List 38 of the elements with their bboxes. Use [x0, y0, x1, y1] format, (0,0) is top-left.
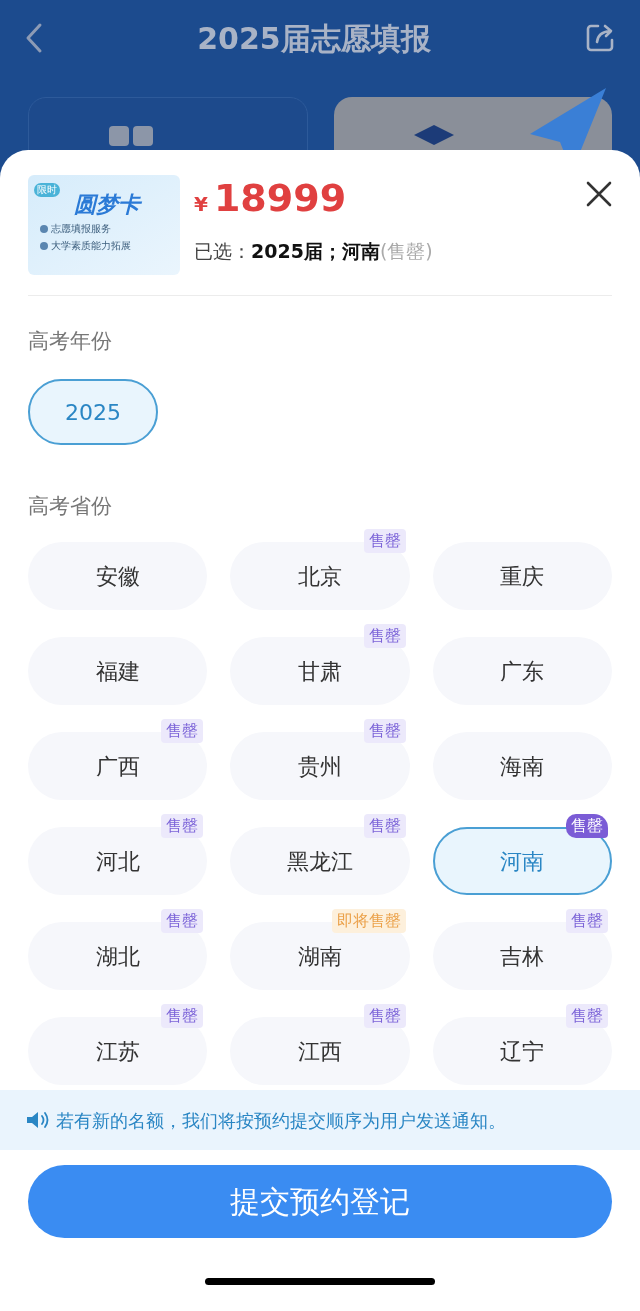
status-tag: 售罄 — [161, 814, 204, 838]
status-tag: 售罄 — [363, 1004, 406, 1028]
thumbnail-title: 圆梦卡 — [73, 191, 143, 219]
province-chip[interactable]: 海南 — [432, 732, 612, 800]
page-title: 2025届志愿填报 — [197, 19, 431, 58]
speaker-icon — [26, 1110, 50, 1130]
graduation-cap-icon — [414, 125, 454, 145]
province-chip[interactable]: 安徽 — [28, 542, 208, 610]
status-tag: 售罄 — [363, 719, 406, 743]
selected-note: (售罄) — [379, 239, 433, 264]
book-icon — [109, 126, 153, 146]
status-tag: 售罄 — [161, 909, 204, 933]
selected-label: 已选： — [194, 239, 251, 264]
share-icon[interactable] — [584, 22, 616, 54]
thumbnail-badge: 限时 — [34, 183, 60, 197]
selected-value: 2025届；河南 — [251, 239, 380, 264]
year-chip[interactable]: 2025 — [28, 379, 158, 445]
close-icon[interactable] — [586, 181, 612, 207]
province-chip[interactable]: 福建 — [28, 637, 208, 705]
status-tag: 即将售罄 — [331, 909, 406, 933]
currency-symbol: ¥ — [194, 191, 208, 218]
status-tag: 售罄 — [161, 1004, 204, 1028]
status-tag: 售罄 — [363, 814, 406, 838]
province-chip[interactable]: 广东 — [432, 637, 612, 705]
status-tag: 售罄 — [363, 529, 406, 553]
status-tag: 售罄 — [566, 1004, 608, 1028]
price: 18999 — [213, 175, 347, 221]
status-tag: 售罄 — [566, 814, 608, 838]
province-chip[interactable]: 重庆 — [432, 542, 612, 610]
status-tag: 售罄 — [161, 719, 204, 743]
section-label: 高考年份 — [27, 328, 113, 355]
thumbnail-feature: 志愿填报服务 — [51, 222, 111, 236]
notice-text: 若有新的名额，我们将按预约提交顺序为用户发送通知。 — [56, 1108, 506, 1133]
status-tag: 售罄 — [566, 909, 608, 933]
status-tag: 售罄 — [363, 624, 406, 648]
back-icon[interactable] — [24, 22, 44, 54]
thumbnail-feature: 大学素质能力拓展 — [51, 239, 131, 253]
section-label: 高考省份 — [27, 493, 113, 520]
